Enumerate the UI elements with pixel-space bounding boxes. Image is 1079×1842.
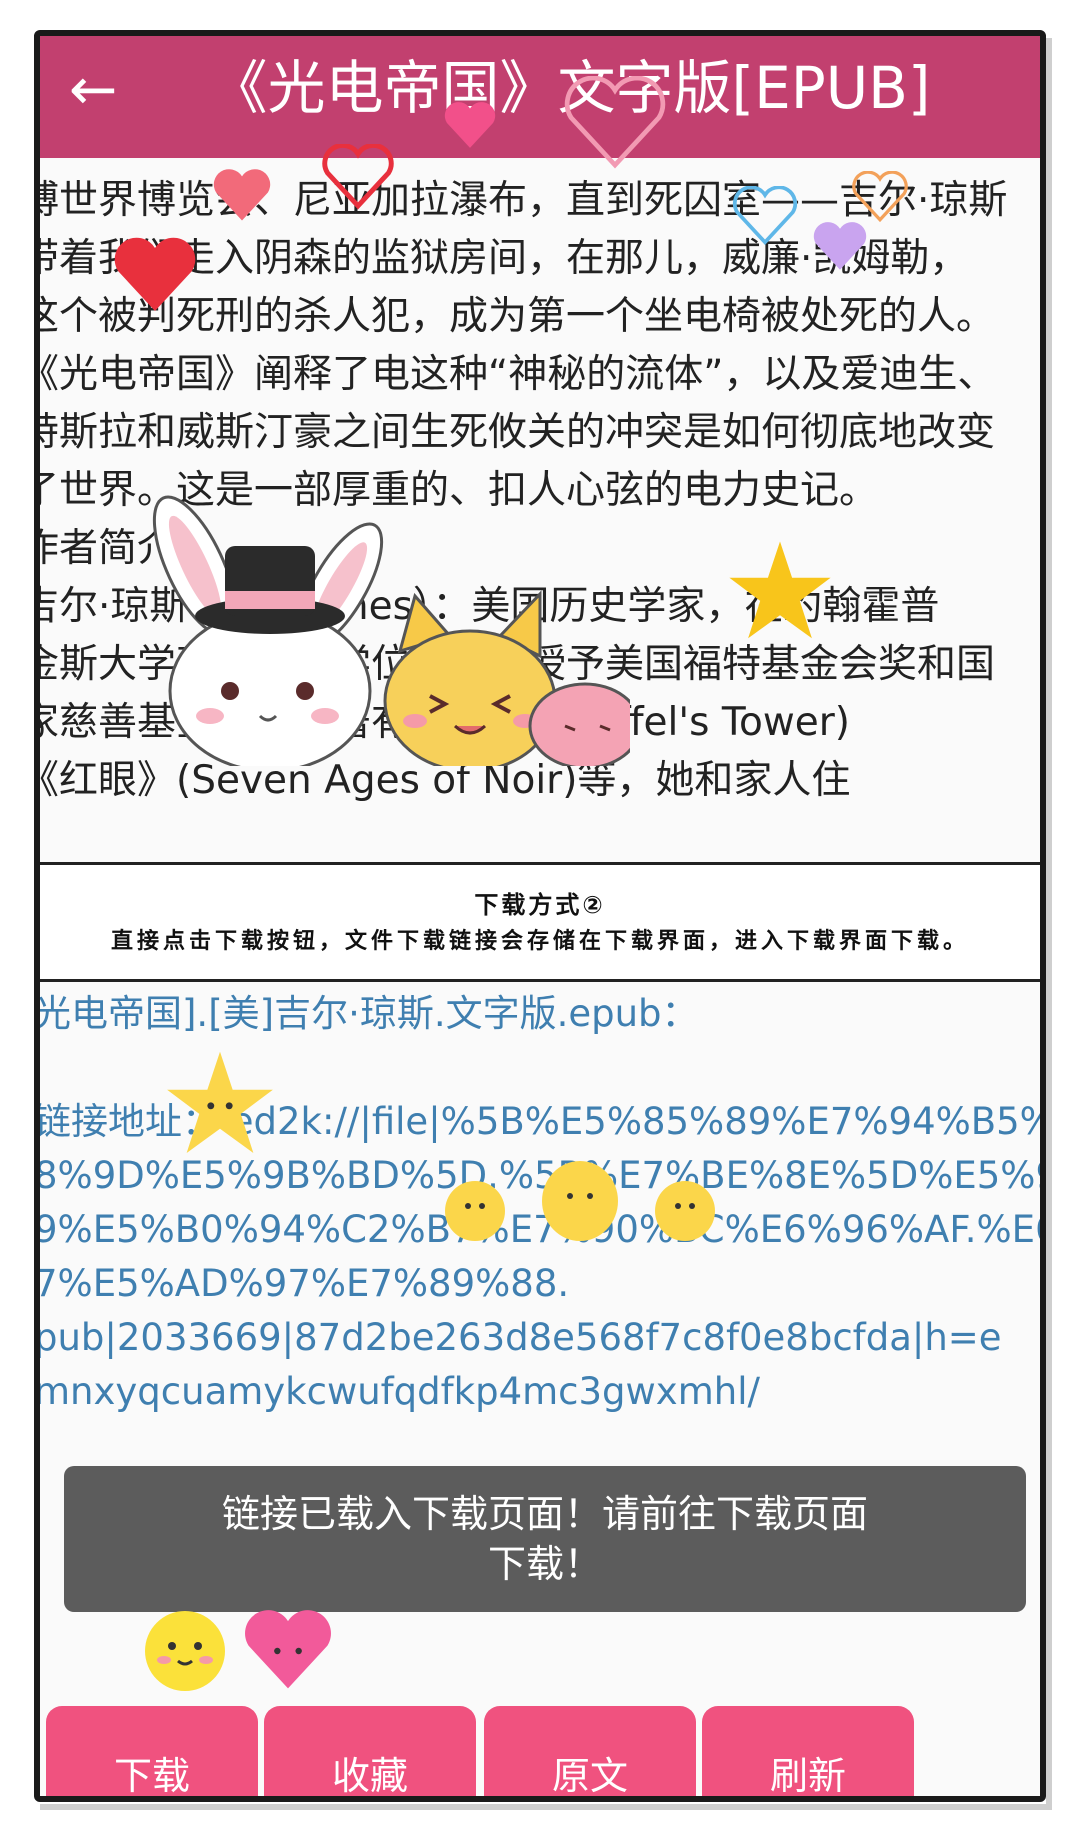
app-header: ← 《光电帝国》文字版[EPUB] — [40, 36, 1040, 158]
chick-sticker-icon — [445, 1161, 715, 1241]
file-name: 光电帝国].[美]吉尔·琼斯.文字版.epub： — [34, 992, 699, 1035]
back-arrow-icon[interactable]: ← — [58, 54, 128, 124]
heart-sticker-icon — [322, 144, 394, 210]
download-method-box: 下载方式② 直接点击下载按钮，文件下载链接会存储在下载界面，进入下载界面下载。 — [40, 862, 1040, 982]
app-frame: ← 《光电帝国》文字版[EPUB] 博世界博览会、尼亚加拉瀑布，直到死囚室——吉… — [34, 30, 1046, 1802]
heart-sticker-icon — [813, 222, 867, 270]
smiley-sticker-icon — [145, 1611, 225, 1691]
toast-message: 链接已载入下载页面！请前往下载页面下载！ — [64, 1466, 1026, 1612]
description-line: 《光电帝国》阐释了电这种“神秘的流体”，以及爱迪生、 — [34, 352, 997, 397]
heart-face-sticker-icon — [245, 1610, 331, 1689]
refresh-button[interactable]: 刷新 — [702, 1706, 914, 1796]
toast-text: 链接已载入下载页面！请前往下载页面下载！ — [221, 1492, 868, 1586]
download-button[interactable]: 下载 — [46, 1706, 258, 1796]
bunny-sticker-icon — [152, 495, 630, 766]
star-sticker-icon — [729, 541, 831, 639]
link-line[interactable]: mnxyqcuamykcwufqdfkp4mc3gwxmhl/ — [40, 1360, 1040, 1424]
heart-sticker-icon — [564, 76, 666, 169]
heart-sticker-icon — [213, 169, 271, 221]
heart-sticker-icon — [732, 186, 798, 246]
star-face-sticker-icon — [167, 1051, 273, 1153]
heart-sticker-icon — [852, 171, 908, 223]
download-method-title: 下载方式② — [474, 891, 606, 919]
heart-sticker-icon — [444, 102, 496, 148]
original-button[interactable]: 原文 — [484, 1706, 696, 1796]
download-method-text: 直接点击下载按钮，文件下载链接会存储在下载界面，进入下载界面下载。 — [110, 929, 969, 954]
heart-sticker-icon — [114, 237, 196, 311]
favorite-button[interactable]: 收藏 — [264, 1706, 476, 1796]
description-line: 特斯拉和威斯汀豪之间生死攸关的冲突是如何彻底地改变 — [34, 410, 996, 455]
